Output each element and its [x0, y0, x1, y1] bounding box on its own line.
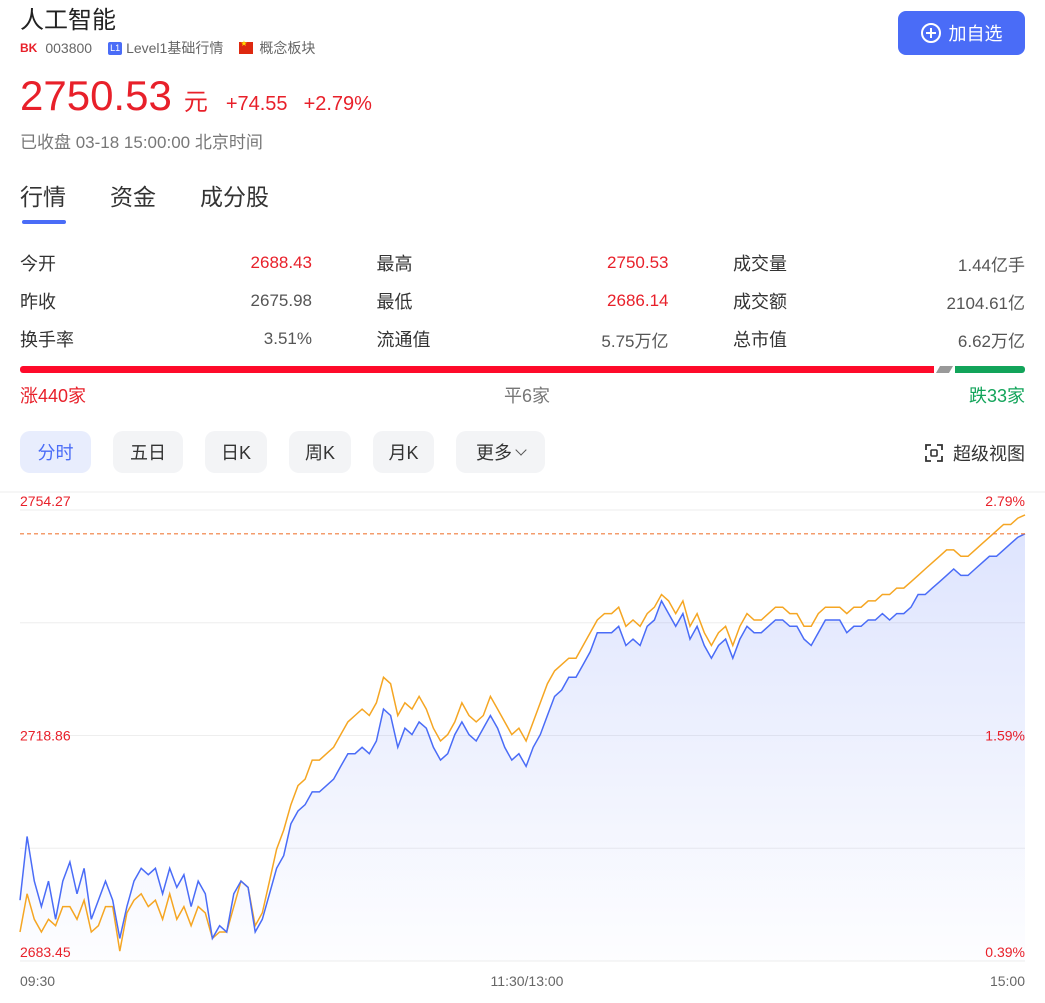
meta-row: BK 003800 L1 Level1基础行情 概念板块	[20, 38, 315, 58]
breadth-flat-label: 平6家	[504, 386, 551, 406]
stat-label: 成交量	[733, 254, 787, 274]
stat-item: 成交量 1.44亿手	[733, 244, 1025, 282]
y-left-tick-label: 2718.86	[20, 728, 71, 744]
concept-text: 概念板块	[259, 40, 316, 56]
tab-constituents[interactable]: 成分股	[200, 178, 269, 224]
stat-value: 2686.14	[607, 291, 669, 310]
stat-item: 昨收 2675.98	[20, 282, 312, 320]
bk-badge: BK	[20, 41, 38, 55]
page-title: 人工智能	[20, 7, 116, 34]
level-text: Level1基础行情	[126, 40, 224, 56]
add-watchlist-label: 加自选	[948, 24, 1003, 44]
period-tab-weekly[interactable]: 周K	[289, 431, 351, 473]
tab-capital[interactable]: 资金	[110, 178, 156, 224]
stat-item: 换手率 3.51%	[20, 320, 312, 358]
super-view-button[interactable]: 超级视图	[925, 440, 1025, 466]
stat-item: 最低 2686.14	[377, 282, 669, 320]
stat-value: 2104.61亿	[946, 293, 1025, 313]
breadth-up-segment	[20, 366, 934, 373]
level1-icon: L1	[108, 41, 123, 55]
stat-label: 流通值	[376, 330, 431, 350]
price-change-pct: +2.79%	[303, 93, 372, 115]
period-tab-more[interactable]: 更多	[456, 431, 545, 473]
breadth-down-label: 跌33家	[968, 386, 1025, 406]
stat-item: 流通值 5.75万亿	[377, 320, 669, 358]
super-view-label: 超级视图	[953, 444, 1025, 464]
stat-label: 最低	[376, 292, 413, 312]
breadth-labels: 涨440家 平6家 跌33家	[20, 382, 1025, 406]
x-tick-label: 09:30	[20, 973, 55, 989]
stat-label: 换手率	[20, 330, 74, 350]
stat-label: 总市值	[733, 330, 787, 350]
header: 人工智能 BK 003800 L1 Level1基础行情 概念板块	[20, 6, 315, 58]
x-tick-label: 11:30/13:00	[491, 973, 564, 989]
stat-value: 1.44亿手	[957, 255, 1025, 275]
intraday-chart[interactable]: 2754.27 2718.86 2683.45 2.79% 1.59% 0.39% 09:3…	[0, 488, 1045, 1003]
stat-value: 3.51%	[263, 329, 312, 348]
x-tick-label: 15:00	[990, 973, 1025, 989]
stat-value: 2675.98	[250, 291, 312, 310]
tab-quote[interactable]: 行情	[20, 178, 66, 224]
stat-label: 成交额	[733, 292, 787, 312]
breadth-bar	[20, 366, 1025, 373]
period-tab-intraday[interactable]: 分时	[20, 431, 91, 473]
focus-frame-icon	[925, 444, 943, 462]
stat-item: 成交额 2104.61亿	[733, 282, 1025, 320]
stat-label: 今开	[20, 254, 56, 274]
stat-value: 5.75万亿	[601, 331, 669, 351]
price-row: 2750.53 元 +74.55 +2.79%	[20, 70, 372, 122]
y-right-tick-label: 2.79%	[985, 493, 1025, 509]
stat-item: 今开 2688.43	[20, 244, 312, 282]
period-tab-monthly[interactable]: 月K	[373, 431, 434, 473]
y-right-tick-label: 0.39%	[985, 944, 1025, 960]
price-unit: 元	[183, 89, 208, 116]
sector-code: 003800	[45, 40, 93, 56]
stat-item: 最高 2750.53	[377, 244, 669, 282]
breadth-flat-segment	[935, 366, 954, 373]
plus-circle-icon	[920, 23, 941, 43]
stats-grid: 今开 2688.43 最高 2750.53 成交量 1.44亿手昨收 2675.98 最低 26…	[20, 244, 1025, 358]
stat-value: 2688.43	[250, 253, 312, 272]
stat-value: 6.62万亿	[957, 331, 1025, 351]
period-tabs: 分时 五日 日K 周K 月K 更多	[20, 431, 567, 473]
period-tab-daily[interactable]: 日K	[205, 431, 267, 473]
stat-label: 昨收	[20, 292, 56, 312]
china-flag-icon	[239, 39, 254, 54]
chevron-down-icon	[515, 443, 527, 456]
last-price: 2750.53	[20, 72, 172, 119]
y-left-tick-label: 2683.45	[20, 944, 71, 960]
market-status: 已收盘 03-18 15:00:00 北京时间	[20, 133, 263, 152]
breadth-up-label: 涨440家	[20, 386, 87, 406]
y-left-tick-label: 2754.27	[20, 493, 71, 509]
period-tab-more-label: 更多	[476, 443, 512, 463]
stat-label: 最高	[376, 254, 413, 274]
stat-value: 2750.53	[607, 253, 669, 272]
y-right-tick-label: 1.59%	[985, 728, 1025, 744]
price-change: +74.55	[225, 93, 288, 115]
stat-item: 总市值 6.62万亿	[733, 320, 1025, 358]
add-watchlist-button[interactable]: 加自选	[898, 11, 1025, 55]
main-tabs: 行情 资金 成分股	[20, 178, 313, 224]
breadth-down-segment	[955, 366, 1025, 373]
period-tab-5day[interactable]: 五日	[113, 431, 183, 473]
